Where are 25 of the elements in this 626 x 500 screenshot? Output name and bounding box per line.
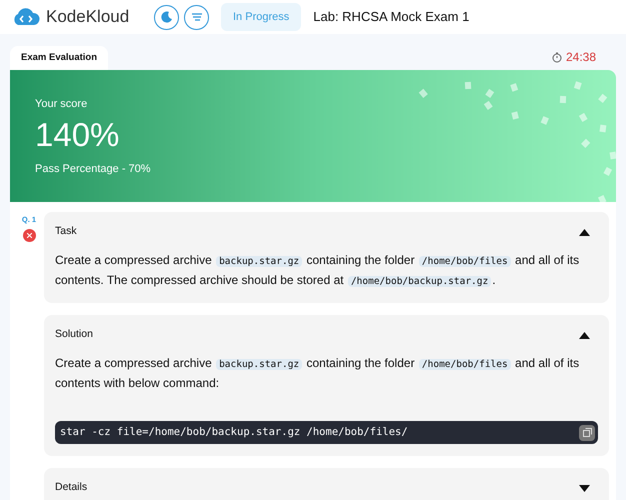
caret-icon bbox=[579, 484, 590, 492]
menu-button[interactable] bbox=[184, 4, 209, 30]
section-header[interactable]: Solution bbox=[55, 326, 598, 344]
evaluation-tab[interactable]: Exam Evaluation bbox=[10, 46, 108, 70]
logo-text: KodeKloud bbox=[46, 6, 130, 28]
section-header[interactable]: Task bbox=[55, 223, 598, 241]
status-badge: In Progress bbox=[221, 2, 302, 32]
stopwatch-icon bbox=[552, 52, 562, 62]
command-text: star -cz file=/home/bob/backup.star.gz /home/bob/files/ bbox=[60, 424, 408, 440]
moon-icon bbox=[160, 11, 172, 23]
cloud-logo-icon bbox=[12, 8, 40, 26]
caret-icon bbox=[579, 228, 590, 236]
section-header[interactable]: Details bbox=[55, 479, 598, 497]
lab-title: Lab: RHCSA Mock Exam 1 bbox=[313, 8, 470, 26]
copy-icon bbox=[582, 428, 592, 437]
pass-percentage: Pass Percentage - 70% bbox=[35, 162, 152, 176]
question-text: Create a compressed archive backup.star.gz containing the folder /home/bob/files and all of its contents. The compressed archive should be stored at /home/bob/backup.star.gz . bbox=[55, 252, 580, 289]
question-text: Create a compressed archive backup.star.gz containing the folder /home/bob/files and all of its contents with below command: bbox=[55, 355, 580, 392]
score-value: 140% bbox=[35, 114, 120, 154]
copy-button[interactable] bbox=[579, 424, 595, 440]
timer: 24:38 bbox=[566, 49, 596, 66]
dark-mode-button[interactable] bbox=[154, 4, 179, 30]
menu-icon bbox=[192, 13, 202, 21]
score-label: Your score bbox=[35, 97, 88, 112]
caret-icon bbox=[579, 332, 590, 338]
